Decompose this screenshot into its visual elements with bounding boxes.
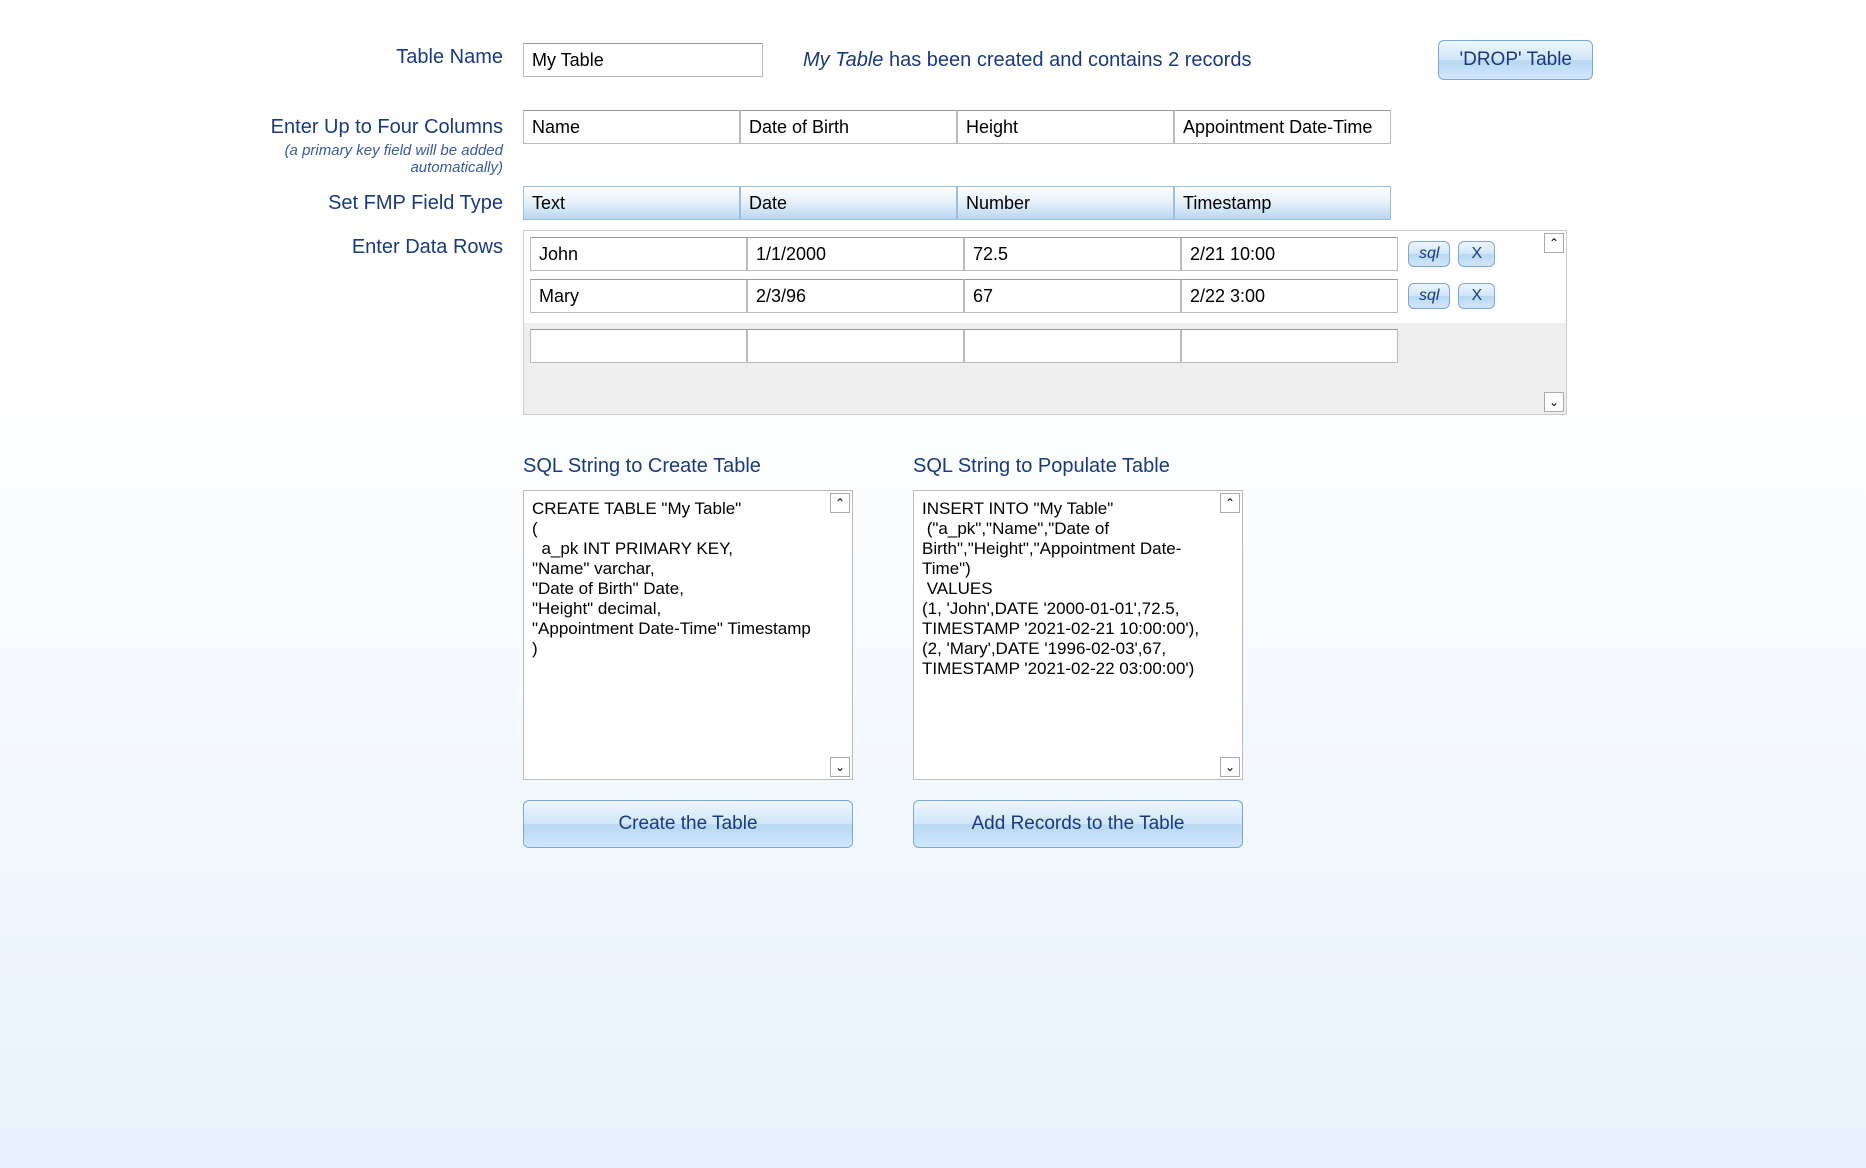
cell-dob[interactable] — [747, 279, 964, 313]
column-name-2[interactable] — [740, 110, 957, 144]
cell-height[interactable] — [964, 279, 1181, 313]
column-name-1[interactable] — [523, 110, 740, 144]
data-row: sql X — [530, 237, 1560, 271]
field-type-2[interactable]: Date — [740, 186, 957, 220]
label-data-rows: Enter Data Rows — [233, 230, 523, 259]
status-message: My Table has been created and contains 2… — [803, 49, 1251, 72]
scroll-up-icon[interactable]: ⌃ — [1220, 493, 1240, 513]
cell-dob[interactable] — [747, 237, 964, 271]
scroll-down-icon[interactable]: ⌄ — [830, 757, 850, 777]
label-enter-columns: Enter Up to Four Columns (a primary key … — [233, 110, 523, 176]
row-delete-button[interactable]: X — [1458, 241, 1495, 267]
drop-table-button[interactable]: 'DROP' Table — [1438, 40, 1593, 80]
field-type-1[interactable]: Text — [523, 186, 740, 220]
sql-create-heading: SQL String to Create Table — [523, 455, 853, 478]
table-name-input[interactable] — [523, 43, 763, 77]
empty-cell[interactable] — [964, 329, 1181, 363]
label-field-type: Set FMP Field Type — [233, 186, 523, 215]
label-enter-columns-sub: (a primary key field will be added autom… — [233, 142, 503, 176]
label-enter-columns-main: Enter Up to Four Columns — [271, 116, 503, 138]
column-name-3[interactable] — [957, 110, 1174, 144]
scroll-up-icon[interactable]: ⌃ — [1544, 233, 1564, 253]
create-table-button[interactable]: Create the Table — [523, 800, 853, 848]
scroll-down-icon[interactable]: ⌄ — [1544, 392, 1564, 412]
cell-name[interactable] — [530, 279, 747, 313]
label-table-name: Table Name — [233, 40, 523, 69]
sql-populate-textarea[interactable] — [914, 491, 1220, 779]
empty-cell[interactable] — [747, 329, 964, 363]
empty-data-row — [524, 323, 1566, 369]
row-sql-button[interactable]: sql — [1408, 283, 1450, 309]
sql-create-textarea[interactable] — [524, 491, 830, 779]
status-table-name: My Table — [803, 49, 883, 71]
scroll-up-icon[interactable]: ⌃ — [830, 493, 850, 513]
data-rows-panel: ⌃ sql X — [523, 230, 1567, 415]
column-name-4[interactable] — [1174, 110, 1391, 144]
cell-appointment[interactable] — [1181, 237, 1398, 271]
empty-cell[interactable] — [530, 329, 747, 363]
field-type-4[interactable]: Timestamp — [1174, 186, 1391, 220]
field-type-3[interactable]: Number — [957, 186, 1174, 220]
status-rest: has been created and contains 2 records — [883, 49, 1251, 71]
cell-name[interactable] — [530, 237, 747, 271]
cell-appointment[interactable] — [1181, 279, 1398, 313]
cell-height[interactable] — [964, 237, 1181, 271]
row-sql-button[interactable]: sql — [1408, 241, 1450, 267]
scroll-down-icon[interactable]: ⌄ — [1220, 757, 1240, 777]
data-row: sql X — [530, 279, 1560, 313]
sql-populate-heading: SQL String to Populate Table — [913, 455, 1243, 478]
empty-cell[interactable] — [1181, 329, 1398, 363]
add-records-button[interactable]: Add Records to the Table — [913, 800, 1243, 848]
row-delete-button[interactable]: X — [1458, 283, 1495, 309]
